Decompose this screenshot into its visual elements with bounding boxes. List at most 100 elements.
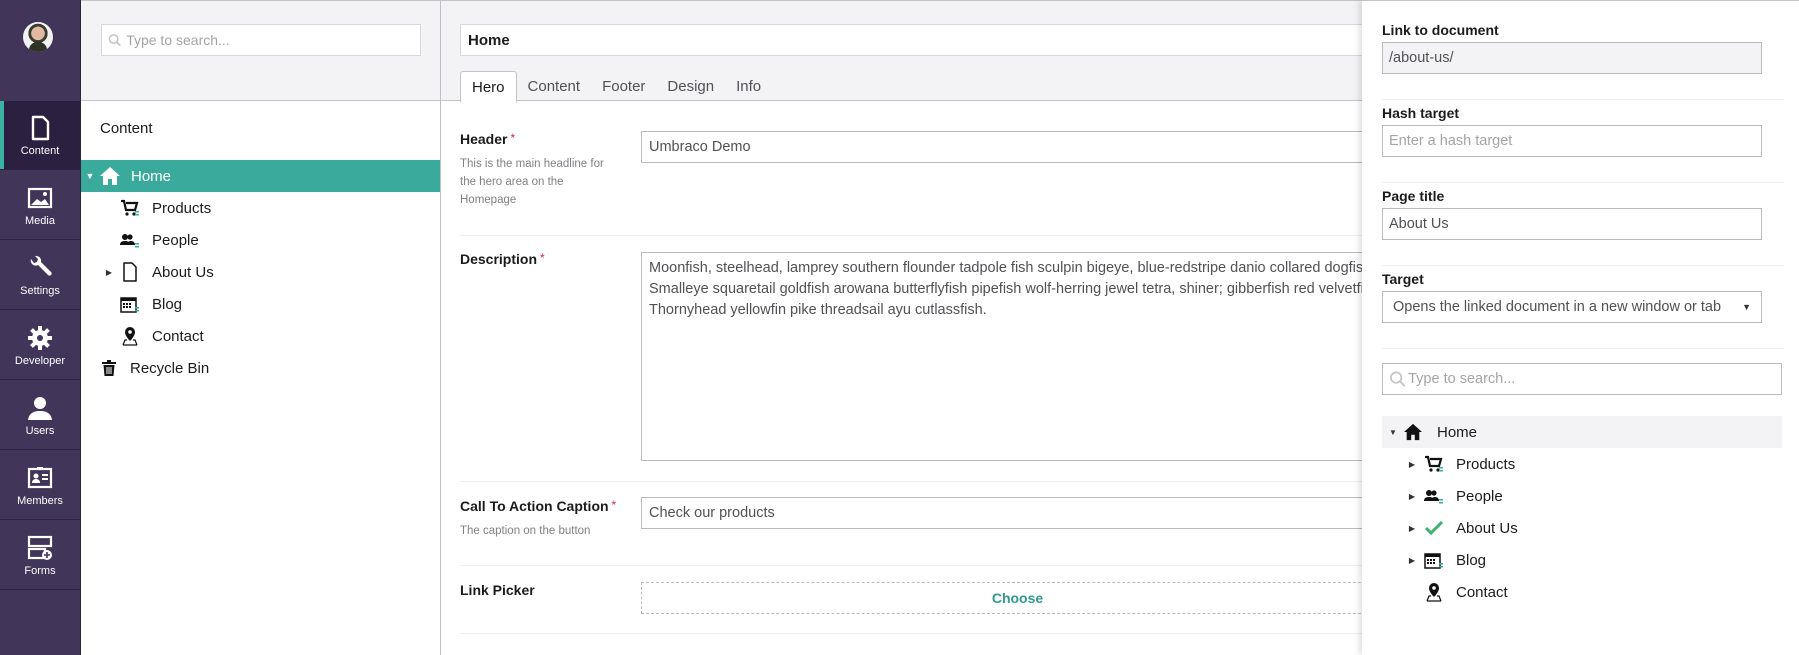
shopping-cart-icon: [121, 199, 139, 216]
tab-footer[interactable]: Footer: [591, 71, 656, 102]
tree-item-label: About Us: [1456, 519, 1518, 537]
property-cta: Call To Action Caption * The caption on t…: [460, 497, 1401, 566]
tree-item-blog[interactable]: Blog: [81, 288, 440, 320]
caret-right-icon[interactable]: ▶: [1407, 524, 1417, 533]
home-icon: [1404, 423, 1422, 441]
caret-right-icon[interactable]: ▶: [1407, 460, 1417, 469]
property-header: Header * This is the main headline for th…: [460, 131, 1401, 236]
nav-item-developer[interactable]: Developer: [0, 311, 80, 380]
caret-down-icon[interactable]: ▼: [85, 171, 95, 181]
tree-item-products[interactable]: Products: [81, 192, 440, 224]
nav-item-forms[interactable]: Forms: [0, 521, 80, 590]
tab-design[interactable]: Design: [656, 71, 725, 102]
id-card-icon: [27, 467, 53, 489]
overlay-tree-item-people[interactable]: ▶ People: [1382, 480, 1782, 512]
editor-tabs: Hero Content Footer Design Info: [460, 71, 772, 103]
checkmark-icon: [1424, 520, 1444, 536]
tab-hero[interactable]: Hero: [460, 71, 517, 103]
overlay-tree-item-blog[interactable]: ▶ Blog: [1382, 544, 1782, 576]
tree-search[interactable]: [101, 24, 421, 56]
nav-item-members[interactable]: Members: [0, 451, 80, 520]
app-navigation: Content Media Settings Developer Users M…: [0, 0, 81, 655]
tree-item-label: Recycle Bin: [130, 359, 210, 377]
tree-item-label: Home: [131, 167, 172, 185]
tree-item-contact[interactable]: Contact: [81, 320, 440, 352]
nav-item-settings[interactable]: Settings: [0, 241, 80, 310]
content-editor: Home Hero Content Footer Design Info Hea…: [441, 0, 1401, 655]
description-textarea[interactable]: Moonfish, steelhead, lamprey southern fl…: [641, 252, 1401, 461]
tree-item-label: Blog: [1456, 551, 1487, 569]
property-label: Call To Action Caption *: [460, 498, 616, 514]
nav-label: Users: [25, 425, 55, 437]
search-icon: [1390, 371, 1406, 387]
tree-section-title: Content: [100, 120, 153, 137]
overlay-tree-item-about-us[interactable]: ▶ About Us: [1382, 512, 1782, 544]
divider: [1382, 265, 1784, 266]
tree-item-label: People: [152, 231, 199, 249]
link-to-document-label: Link to document: [1382, 22, 1499, 38]
page-title-label: Page title: [1382, 188, 1445, 204]
nav-item-media[interactable]: Media: [0, 171, 80, 240]
tree-header: [81, 0, 440, 101]
tree-item-people[interactable]: People: [81, 224, 440, 256]
user-icon: [28, 397, 52, 420]
people-icon: [1424, 490, 1443, 504]
tree-item-label: Products: [152, 199, 212, 217]
divider: [1382, 182, 1784, 183]
header-input[interactable]: Umbraco Demo: [641, 131, 1401, 163]
tab-info[interactable]: Info: [725, 71, 772, 102]
overlay-tree-item-home[interactable]: ▼ Home: [1382, 416, 1782, 448]
editor-header: Home Hero Content Footer Design Info: [441, 0, 1380, 103]
wrench-icon: [30, 255, 52, 276]
tree-search-input[interactable]: [126, 32, 420, 48]
tree-item-label: Products: [1456, 455, 1516, 473]
tree-item-about-us[interactable]: ▶ About Us: [81, 256, 440, 288]
form-add-icon: [27, 535, 53, 560]
chevron-down-icon: ▼: [1742, 302, 1751, 312]
tree-item-label: Contact: [152, 327, 204, 345]
choose-link-button[interactable]: Choose: [641, 582, 1401, 614]
gear-icon: [28, 326, 52, 350]
shopping-cart-icon: [1425, 455, 1443, 472]
cta-input[interactable]: Check our products: [641, 497, 1401, 529]
caret-down-icon[interactable]: ▼: [1388, 428, 1398, 437]
caret-right-icon[interactable]: ▶: [1407, 556, 1417, 565]
label-text: Call To Action Caption: [460, 498, 609, 514]
content-tree-panel: Content ▼ Home Products People ▶ About U…: [81, 0, 441, 655]
nav-label: Members: [17, 495, 63, 507]
overlay-tree-search[interactable]: [1382, 363, 1782, 395]
target-select[interactable]: Opens the linked document in a new windo…: [1382, 291, 1762, 323]
tree-item-recycle-bin[interactable]: Recycle Bin: [81, 352, 440, 384]
nav-item-content[interactable]: Content: [0, 101, 80, 170]
label-text: Description: [460, 251, 538, 267]
calendar-icon: [1424, 553, 1443, 569]
user-avatar[interactable]: [23, 22, 53, 52]
nav-label: Settings: [20, 285, 60, 297]
people-icon: [120, 234, 139, 248]
node-name-input[interactable]: Home: [460, 24, 1380, 56]
image-icon: [27, 187, 53, 209]
overlay-search-input[interactable]: [1408, 371, 1781, 387]
caret-right-icon[interactable]: ▶: [1407, 492, 1417, 501]
overlay-tree-item-products[interactable]: ▶ Products: [1382, 448, 1782, 480]
hash-target-input[interactable]: [1389, 133, 1755, 149]
target-label: Target: [1382, 271, 1424, 287]
page-title-input[interactable]: About Us: [1382, 208, 1762, 240]
search-icon: [108, 34, 121, 47]
caret-right-icon[interactable]: ▶: [104, 268, 114, 277]
nav-label: Developer: [14, 355, 66, 367]
label-text: Header: [460, 131, 508, 147]
hash-target-label: Hash target: [1382, 105, 1460, 121]
calendar-icon: [120, 297, 139, 313]
nav-label: Forms: [24, 565, 56, 577]
hash-target-field[interactable]: [1382, 125, 1762, 157]
divider: [1382, 348, 1784, 349]
overlay-tree-item-contact[interactable]: Contact: [1382, 576, 1782, 608]
choose-label: Choose: [991, 590, 1044, 606]
tab-content[interactable]: Content: [517, 71, 592, 102]
nav-item-users[interactable]: Users: [0, 381, 80, 450]
divider: [1382, 99, 1784, 100]
tree-item-label: Blog: [152, 295, 183, 313]
nav-label: Media: [25, 215, 55, 227]
tree-item-home[interactable]: ▼ Home: [81, 160, 440, 192]
